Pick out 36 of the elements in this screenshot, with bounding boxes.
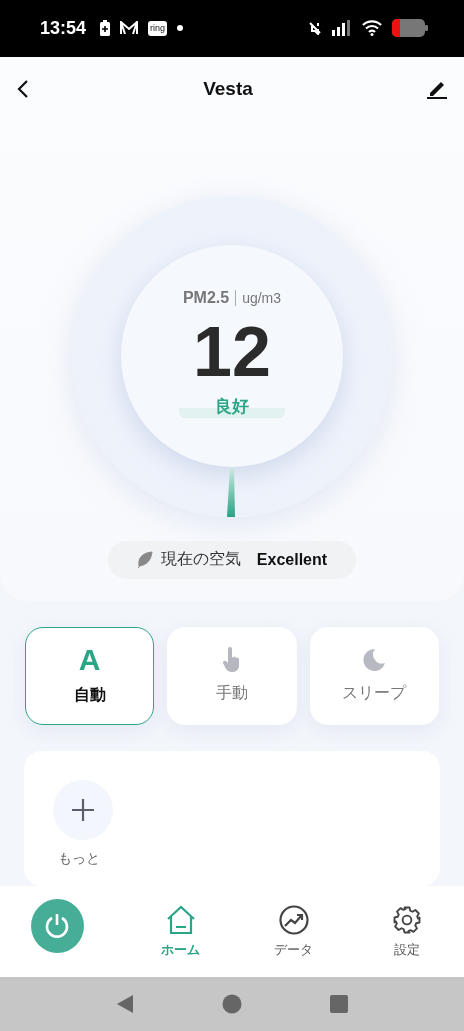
trend-chart-icon bbox=[278, 904, 309, 935]
more-label: もっと bbox=[58, 849, 100, 868]
metric-value: 12 bbox=[193, 316, 271, 387]
mode-button[interactable]: 手動 bbox=[167, 626, 297, 725]
home-circle-icon[interactable] bbox=[222, 994, 242, 1015]
leaf-icon bbox=[136, 550, 153, 569]
home-icon bbox=[165, 904, 196, 935]
plus-icon bbox=[72, 798, 94, 821]
settings-icon bbox=[392, 904, 423, 935]
muted-vibrate-icon bbox=[308, 21, 322, 36]
wifi-icon bbox=[362, 20, 382, 37]
nav-tab[interactable]: データ bbox=[237, 896, 351, 959]
page-title: Vesta bbox=[203, 77, 253, 100]
notification-icon: ring bbox=[148, 20, 168, 36]
battery-charging-icon bbox=[100, 20, 111, 37]
letter-icon: A bbox=[78, 645, 101, 676]
moon-icon bbox=[361, 647, 388, 674]
status-time: 13:54 bbox=[40, 17, 87, 39]
mode-button[interactable]: スリープ bbox=[309, 626, 439, 725]
signal-icon bbox=[332, 20, 352, 37]
mail-icon bbox=[120, 21, 139, 36]
mode-button[interactable]: A 自動 bbox=[25, 626, 155, 725]
recents-square-icon[interactable] bbox=[330, 995, 348, 1014]
back-triangle-icon[interactable] bbox=[116, 994, 134, 1015]
metric-unit: ug/m3 bbox=[235, 289, 282, 306]
nav-tab[interactable]: 設定 bbox=[350, 896, 464, 959]
power-button[interactable] bbox=[31, 898, 84, 953]
air-quality-value: Excellent bbox=[256, 550, 328, 569]
battery-low-icon bbox=[392, 19, 428, 38]
power-icon bbox=[44, 911, 71, 940]
rating-label: 良好 bbox=[179, 394, 285, 418]
dot-icon bbox=[177, 25, 184, 32]
gauge-needle bbox=[226, 466, 238, 517]
back-icon[interactable] bbox=[16, 78, 30, 99]
metric-name: PM2.5 bbox=[182, 288, 230, 307]
air-quality-label: 現在の空気 bbox=[160, 549, 241, 570]
